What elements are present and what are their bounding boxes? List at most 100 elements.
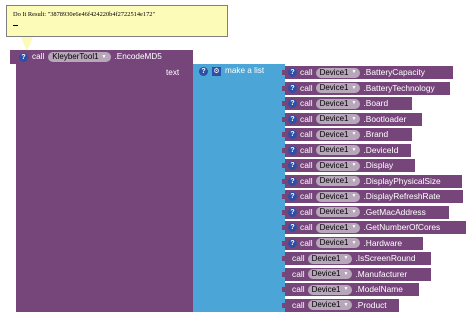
method-label: .DisplayRefreshRate [363,191,441,202]
help-icon[interactable]: ? [288,130,297,139]
method-label: .DeviceId [363,144,399,155]
component-dropdown[interactable]: Device1 ▼ [315,129,361,140]
component-dropdown[interactable]: Device1 ▼ [315,114,361,124]
block-notch [282,132,285,137]
block-notch [282,147,285,153]
dropdown-arrow-icon: ▼ [351,177,357,184]
help-icon[interactable]: ? [288,192,297,201]
device-call-block[interactable]: call Device1 ▼ .IsScreenRound [282,252,431,265]
method-label: .EncodeMD5 [114,51,162,61]
call-label: call [292,268,305,279]
help-icon[interactable]: ? [288,99,297,108]
dropdown-arrow-icon: ▼ [343,255,349,261]
component-dropdown[interactable]: Device1 ▼ [315,207,361,217]
call-label: call [300,191,313,202]
call-label: call [292,299,305,310]
component-dropdown[interactable]: Device1 ▼ [315,145,361,155]
component-dropdown[interactable]: Device1 ▼ [307,300,353,310]
do-it-result-bubble: Do It Result: "3878930e6e46f424220b4f272… [6,5,228,37]
device-call-block[interactable]: ? call Device1 ▼ .DeviceId [282,143,411,157]
device-call-block[interactable]: ? call Device1 ▼ .DisplayRefreshRate [282,190,463,203]
dropdown-arrow-icon: ▼ [351,84,357,91]
component-dropdown[interactable]: Device1 ▼ [315,222,361,233]
method-label: .Manufacturer [355,268,408,279]
encode-md5-block[interactable] [16,50,193,312]
device-call-block[interactable]: ? call Device1 ▼ .BatteryCapacity [282,66,453,79]
component-name: Device1 [319,176,349,185]
text-param-label: text [166,68,180,77]
help-icon[interactable]: ? [288,83,297,93]
dropdown-arrow-icon: ▼ [351,193,357,199]
help-icon[interactable]: ? [288,145,297,155]
block-notch [282,302,285,308]
device-call-block[interactable]: ? call Device1 ▼ .Hardware [282,236,423,250]
method-label: .Brand [363,129,389,140]
device-call-block[interactable]: ? call Device1 ▼ .GetNumberOfCores [282,221,466,234]
component-name: Device1 [319,145,349,154]
component-name: Device1 [311,269,341,278]
dropdown-arrow-icon: ▼ [351,208,357,215]
device-call-block[interactable]: call Device1 ▼ .Product [282,298,399,312]
component-dropdown[interactable]: Device1 ▼ [315,98,361,109]
component-dropdown[interactable]: Device1 ▼ [315,67,361,78]
result-underline [13,25,18,26]
component-dropdown[interactable]: KleyberTool1 ▼ [48,52,111,62]
device-call-block[interactable]: ? call Device1 ▼ .DisplayPhysicalSize [282,174,462,188]
device-call-block[interactable]: ? call Device1 ▼ .BatteryTechnology [282,81,450,95]
call-label: call [300,82,313,93]
make-list-block[interactable] [193,64,285,312]
component-name: Device1 [319,207,349,216]
help-icon[interactable]: ? [199,66,208,76]
help-icon[interactable]: ? [288,114,297,124]
help-icon[interactable]: ? [288,223,297,232]
call-label: call [300,206,313,217]
help-icon[interactable]: ? [288,68,297,77]
component-name: Device1 [319,129,349,139]
method-label: .BatteryTechnology [363,82,435,93]
block-notch [282,240,285,246]
help-icon[interactable]: ? [288,161,297,170]
component-dropdown[interactable]: Device1 ▼ [315,238,361,248]
component-dropdown[interactable]: Device1 ▼ [315,83,361,93]
call-label: call [300,144,313,155]
block-notch [282,256,285,261]
dropdown-arrow-icon: ▼ [351,146,357,153]
device-call-block[interactable]: ? call Device1 ▼ .Brand [282,128,412,141]
dropdown-arrow-icon: ▼ [351,162,357,168]
call-label: call [292,253,305,264]
device-call-block[interactable]: ? call Device1 ▼ .Board [282,97,412,110]
block-notch [282,209,285,215]
dropdown-arrow-icon: ▼ [351,69,357,75]
call-label: call [300,237,313,248]
dropdown-arrow-icon: ▼ [351,239,357,246]
call-label: call [300,98,313,109]
component-dropdown[interactable]: Device1 ▼ [315,191,361,202]
component-dropdown[interactable]: Device1 ▼ [315,160,361,171]
component-name: Device1 [319,191,349,201]
component-dropdown[interactable]: Device1 ▼ [307,284,353,295]
component-name: Device1 [319,238,349,247]
component-dropdown[interactable]: Device1 ▼ [307,253,353,264]
make-list-header[interactable]: ? ⚙ make a list [193,64,285,78]
method-label: .Display [363,160,394,171]
component-dropdown[interactable]: Device1 ▼ [307,269,353,279]
method-label: .GetMacAddress [363,206,426,217]
component-name: Device1 [311,253,341,263]
help-icon[interactable]: ? [288,238,297,248]
method-label: .Board [363,98,389,109]
encode-md5-header[interactable]: ? call KleyberTool1 ▼ .EncodeMD5 [10,50,193,64]
block-notch [282,194,285,199]
component-dropdown[interactable]: Device1 ▼ [315,176,361,186]
mutator-gear-icon[interactable]: ⚙ [212,66,221,76]
device-call-block[interactable]: ? call Device1 ▼ .Display [282,159,415,172]
device-call-block[interactable]: call Device1 ▼ .ModelName [282,283,419,296]
device-call-block[interactable]: ? call Device1 ▼ .GetMacAddress [282,205,449,219]
help-icon[interactable]: ? [19,52,28,62]
dropdown-arrow-icon: ▼ [343,270,349,277]
help-icon[interactable]: ? [288,207,297,217]
help-icon[interactable]: ? [288,176,297,186]
device-call-block[interactable]: call Device1 ▼ .Manufacturer [282,267,431,281]
device-call-block[interactable]: ? call Device1 ▼ .Bootloader [282,112,422,126]
dropdown-arrow-icon: ▼ [351,224,357,230]
component-name: KleyberTool1 [52,52,99,61]
